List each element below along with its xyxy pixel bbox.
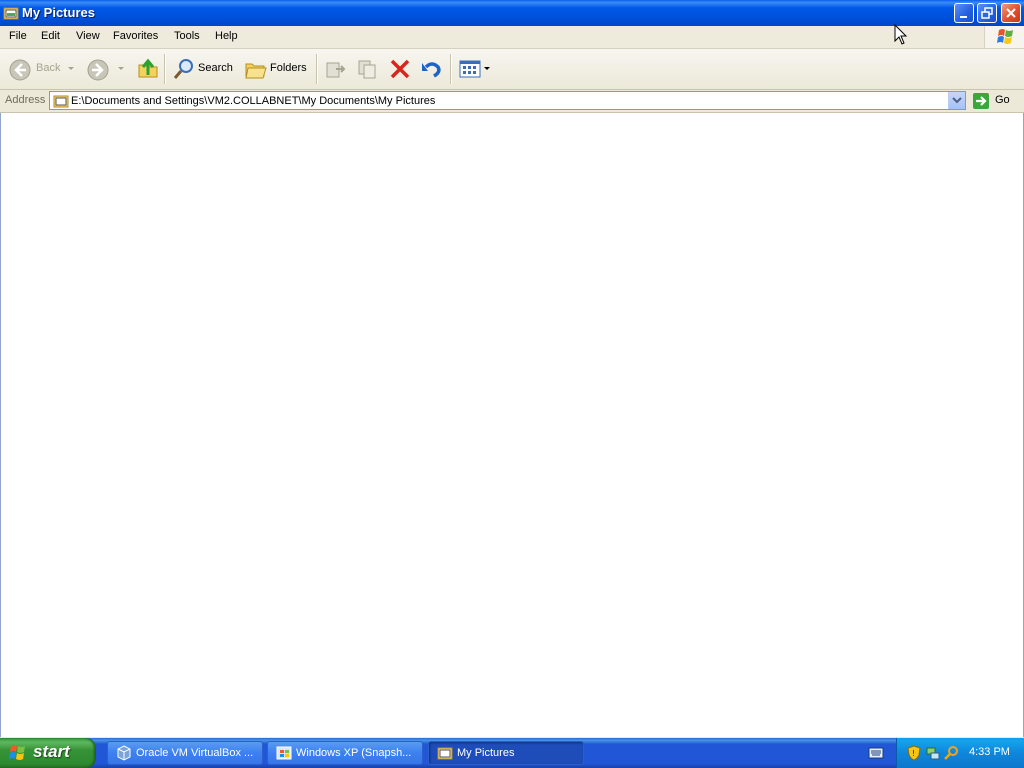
back-button[interactable]: Back (4, 55, 74, 83)
network-icon[interactable] (925, 745, 941, 761)
forward-arrow-icon (87, 59, 109, 81)
security-shield-icon[interactable]: ! (907, 745, 921, 761)
restore-icon (981, 7, 993, 19)
undo-icon (422, 62, 441, 78)
up-folder-icon (138, 58, 158, 78)
search-icon (173, 59, 193, 79)
close-icon (1006, 8, 1016, 18)
chevron-down-icon (952, 97, 962, 104)
virtualbox-icon (117, 745, 131, 761)
menu-favorites[interactable]: Favorites (113, 30, 158, 42)
menu-file[interactable]: File (9, 30, 27, 42)
task-label: Oracle VM VirtualBox ... (136, 747, 254, 759)
minimize-button[interactable] (954, 3, 974, 23)
toolbar-separator (316, 54, 318, 84)
title-bar[interactable]: My Pictures (0, 0, 1024, 26)
menu-edit[interactable]: Edit (41, 30, 60, 42)
taskbar: start Oracle VM VirtualBox ... Windows X… (0, 738, 1024, 768)
forward-button[interactable] (84, 55, 128, 83)
my-pictures-folder-icon (3, 7, 19, 20)
toolbar: Back Search Folders (0, 49, 1024, 90)
close-button[interactable] (1001, 3, 1021, 23)
undo-button[interactable] (418, 55, 446, 83)
windows-logo (984, 26, 1024, 48)
folders-icon (245, 63, 267, 79)
toolbar-separator (450, 54, 452, 84)
clock[interactable]: 4:33 PM (969, 746, 1010, 758)
restore-button[interactable] (977, 3, 997, 23)
copy-to-button[interactable] (354, 55, 382, 83)
address-input[interactable]: E:\Documents and Settings\VM2.COLLABNET\… (49, 91, 966, 110)
back-label: Back (36, 62, 61, 74)
start-label: start (33, 742, 70, 761)
folders-button[interactable]: Folders (242, 55, 310, 83)
window-title: My Pictures (22, 5, 95, 20)
go-label: Go (995, 94, 1010, 106)
task-label: My Pictures (457, 747, 515, 759)
search-label: Search (198, 62, 233, 74)
keyboard-language-icon[interactable] (868, 747, 884, 759)
windows-flag-icon (9, 745, 25, 760)
taskbar-button-virtualbox[interactable]: Oracle VM VirtualBox ... (107, 741, 263, 765)
taskbar-button-windows-xp[interactable]: Windows XP (Snapsh... (267, 741, 423, 765)
search-tray-icon[interactable] (943, 745, 959, 761)
search-button[interactable]: Search (170, 55, 236, 83)
svg-text:!: ! (912, 749, 915, 758)
vm-window-icon (276, 746, 292, 760)
folder-pictures-icon (437, 747, 453, 760)
delete-button[interactable] (386, 55, 414, 83)
address-dropdown-button[interactable] (948, 92, 965, 109)
menu-tools[interactable]: Tools (174, 30, 200, 42)
minimize-icon (960, 16, 967, 18)
go-arrow-icon (973, 93, 989, 109)
windows-flag-icon (997, 29, 1013, 44)
copy-to-icon (358, 60, 376, 79)
menu-bar: File Edit View Favorites Tools Help (0, 26, 1024, 49)
toolbar-separator (164, 54, 166, 84)
back-arrow-icon (9, 59, 31, 81)
mouse-cursor-icon (894, 24, 908, 45)
delete-icon (390, 59, 410, 79)
menu-help[interactable]: Help (215, 30, 238, 42)
forward-dropdown-icon (118, 67, 124, 70)
up-folder-button[interactable] (134, 55, 162, 83)
views-icon (459, 60, 481, 78)
views-dropdown-icon (484, 67, 490, 70)
move-to-button[interactable] (322, 55, 350, 83)
address-bar: Address E:\Documents and Settings\VM2.CO… (0, 90, 1024, 113)
folder-content-pane[interactable] (0, 113, 1024, 737)
menu-view[interactable]: View (76, 30, 100, 42)
start-button[interactable]: start (0, 738, 96, 768)
address-value: E:\Documents and Settings\VM2.COLLABNET\… (71, 95, 436, 107)
system-tray: ! 4:33 PM (896, 738, 1024, 768)
folders-label: Folders (270, 62, 307, 74)
task-label: Windows XP (Snapsh... (296, 747, 412, 759)
move-to-icon (326, 62, 346, 78)
taskbar-button-my-pictures[interactable]: My Pictures (428, 741, 584, 765)
address-label: Address (5, 94, 46, 106)
address-folder-icon (53, 95, 69, 108)
back-dropdown-icon (68, 67, 74, 70)
views-button[interactable] (456, 55, 492, 83)
